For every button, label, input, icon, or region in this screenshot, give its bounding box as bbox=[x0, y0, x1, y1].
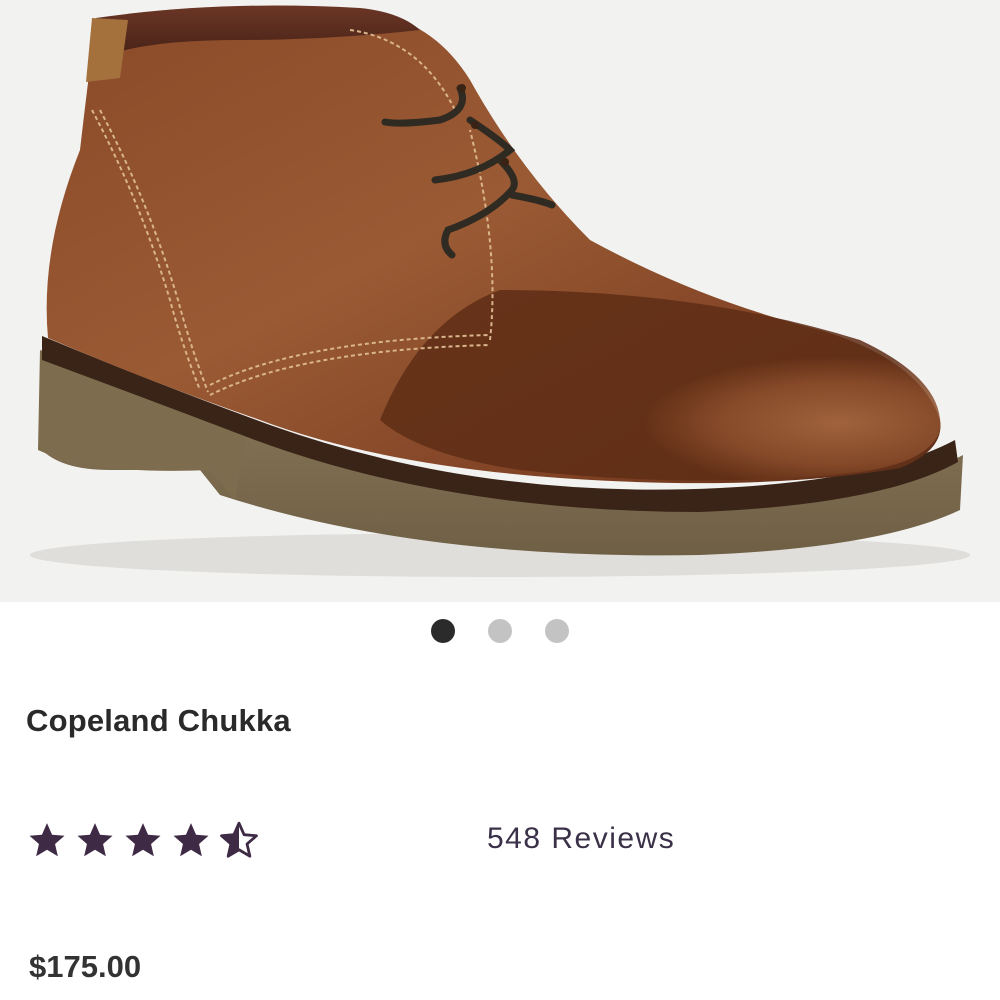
star-icon bbox=[77, 823, 113, 857]
star-rating[interactable] bbox=[26, 819, 260, 863]
boot-illustration bbox=[30, 5, 970, 577]
star-half-icon bbox=[220, 821, 258, 858]
carousel-dot-1[interactable] bbox=[431, 619, 455, 643]
carousel-dot-3[interactable] bbox=[545, 619, 569, 643]
product-detail-page: Copeland Chukka 548 Reviews $175.00 bbox=[0, 0, 1000, 1000]
product-image[interactable] bbox=[0, 0, 1000, 602]
reviews-link[interactable]: 548 Reviews bbox=[487, 822, 675, 856]
product-price: $175.00 bbox=[29, 949, 142, 984]
star-icon bbox=[29, 823, 65, 857]
star-icon bbox=[173, 823, 209, 857]
image-carousel-dots bbox=[0, 619, 1000, 643]
product-title: Copeland Chukka bbox=[26, 703, 291, 738]
star-icon bbox=[125, 823, 161, 857]
carousel-dot-2[interactable] bbox=[488, 619, 512, 643]
